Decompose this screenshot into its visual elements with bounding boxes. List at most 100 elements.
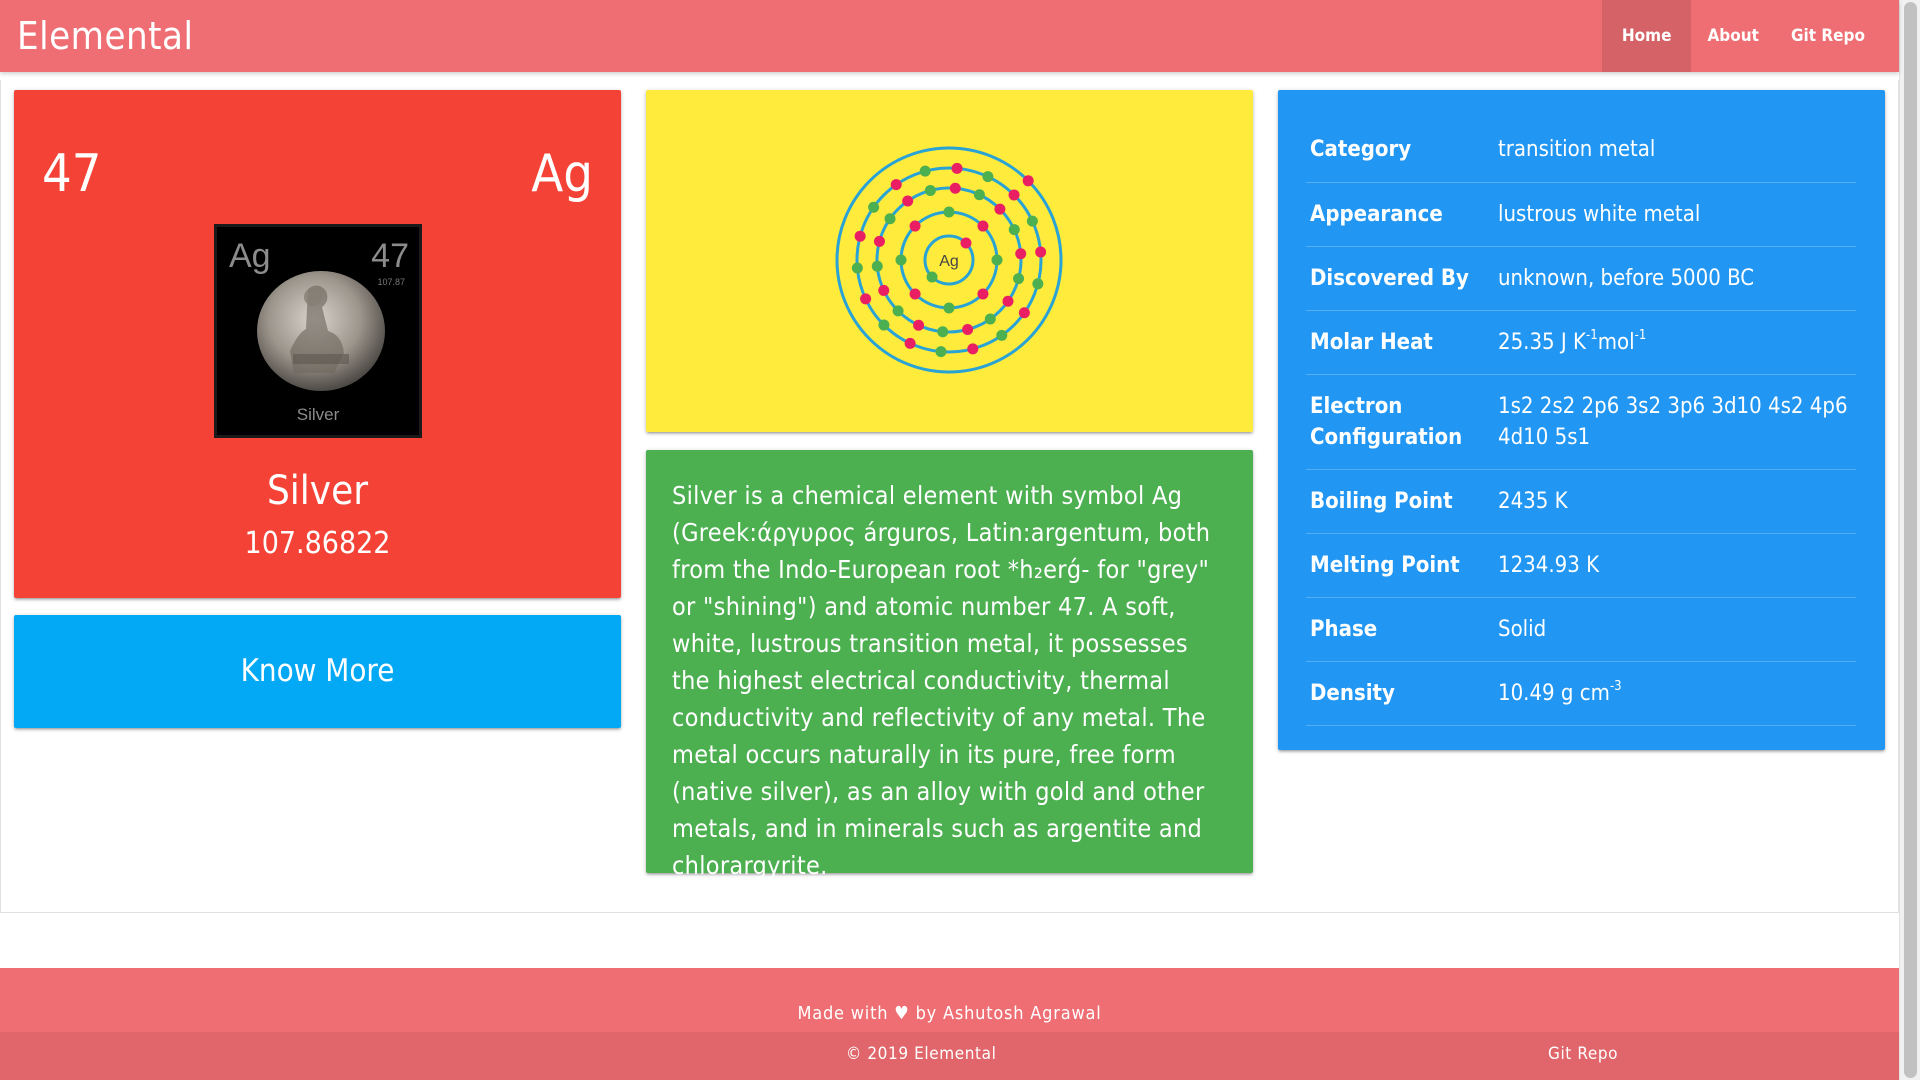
electron [951, 162, 963, 174]
author-credit: by Ashutosh Agrawal [915, 1003, 1102, 1024]
electron [878, 284, 890, 296]
scrollbar-thumb[interactable] [1904, 2, 1917, 1078]
electron [913, 319, 925, 331]
footer-credits: Made with ♥ by Ashutosh Agrawal [0, 968, 1899, 1032]
property-value: 1s2 2s2 2p6 3s2 3p6 3d10 4s2 4p6 4d10 5s… [1498, 393, 1848, 450]
property-row-phase: Phase Solid [1306, 597, 1856, 661]
electron [851, 262, 863, 274]
atomic-number: 47 [42, 144, 102, 204]
bohr-model-diagram: Ag [835, 146, 1063, 374]
electron [967, 343, 979, 355]
footer-git-repo-link[interactable]: Git Repo [1548, 1044, 1618, 1064]
bohr-model-card: Ag [646, 90, 1253, 432]
property-row-melting-point: Melting Point 1234.93 K [1306, 533, 1856, 597]
brand-logo[interactable]: Elemental [17, 0, 194, 72]
electron [949, 182, 961, 194]
silver-coin-icon [257, 271, 385, 391]
electron [884, 213, 896, 225]
property-value: unknown, before 5000 BC [1498, 265, 1755, 291]
nav-home-link[interactable]: Home [1601, 0, 1692, 72]
nav-links: Home About Git Repo [1601, 0, 1899, 72]
electron [919, 165, 931, 177]
property-label: Phase [1310, 616, 1378, 642]
electron [904, 337, 916, 349]
property-value: 2435 K [1498, 488, 1568, 514]
electron [860, 293, 872, 305]
electron [977, 220, 989, 232]
nav-about-link[interactable]: About [1691, 0, 1775, 72]
density-value: 10.49 g cm [1498, 680, 1610, 706]
electron [924, 184, 936, 196]
electron [854, 230, 866, 242]
copyright-text: © 2019 Elemental [846, 1044, 997, 1064]
page-scrollbar[interactable] [1899, 0, 1920, 1080]
electron [943, 302, 955, 314]
element-name: Silver [266, 468, 369, 514]
electron [1035, 246, 1047, 258]
property-row-discovered-by: Discovered By unknown, before 5000 BC [1306, 246, 1856, 310]
electron [1026, 215, 1038, 227]
electron [1008, 224, 1020, 236]
electron [973, 189, 985, 201]
molar-heat-unit: mol [1597, 329, 1635, 355]
electron [996, 329, 1008, 341]
electron [1002, 295, 1014, 307]
electron [1032, 278, 1044, 290]
property-row-appearance: Appearance lustrous white metal [1306, 182, 1856, 246]
electron [935, 346, 947, 358]
electron [871, 260, 883, 272]
property-label: Electron Configuration [1310, 393, 1463, 450]
electron [994, 203, 1006, 215]
electron [873, 235, 885, 247]
electron [909, 288, 921, 300]
electron [926, 271, 938, 283]
property-label: Melting Point [1310, 552, 1460, 578]
property-label: Boiling Point [1310, 488, 1453, 514]
electron [1015, 248, 1027, 260]
image-name: Silver [296, 405, 340, 424]
property-row-boiling-point: Boiling Point 2435 K [1306, 469, 1856, 533]
electron [962, 324, 974, 336]
property-row-electron-configuration: Electron Configuration 1s2 2s2 2p6 3s2 3… [1306, 374, 1856, 469]
property-label: Discovered By [1310, 265, 1469, 291]
atomic-mass: 107.86822 [244, 526, 391, 561]
property-row-density: Density 10.49 g cm-3 [1306, 661, 1856, 725]
know-more-button[interactable]: Know More [14, 615, 621, 728]
property-label: Appearance [1310, 201, 1443, 227]
electron [890, 179, 902, 191]
property-row-molar-heat: Molar Heat 25.35 J K-1mol-1 [1306, 310, 1856, 374]
molar-heat-exp-1: -1 [1586, 327, 1598, 343]
molar-heat-value: 25.35 J K [1498, 329, 1587, 355]
property-label: Molar Heat [1310, 329, 1433, 355]
element-image: Ag 47 107.87 Silver [214, 224, 422, 438]
property-value: 1234.93 K [1498, 552, 1600, 578]
property-value: transition metal [1498, 137, 1656, 163]
nav-git-repo-link[interactable]: Git Repo [1775, 0, 1899, 72]
navbar: Elemental Home About Git Repo [0, 0, 1899, 72]
electron [868, 201, 880, 213]
density-exp: -3 [1609, 678, 1622, 694]
element-symbol: Ag [531, 144, 593, 204]
electron [960, 237, 972, 249]
electron [892, 305, 904, 317]
electron [982, 171, 994, 183]
electron [1013, 273, 1025, 285]
electron [1022, 175, 1034, 187]
electron [902, 195, 914, 207]
property-row-category: Category transition metal [1306, 118, 1856, 182]
property-value: Solid [1498, 616, 1547, 642]
electron [991, 254, 1003, 266]
nucleus-symbol: Ag [939, 253, 959, 270]
property-value: lustrous white metal [1498, 201, 1701, 227]
element-description: Silver is a chemical element with symbol… [646, 450, 1253, 880]
electron [1008, 189, 1020, 201]
made-with-label: Made with [797, 1003, 889, 1024]
molar-heat-exp-2: -1 [1634, 327, 1647, 343]
properties-table: Category transition metal Appearance lus… [1306, 118, 1856, 726]
property-label: Density [1310, 680, 1395, 706]
electron [937, 326, 949, 338]
electron [1018, 307, 1030, 319]
electron [984, 313, 996, 325]
property-value: 25.35 J K-1mol-1 [1494, 310, 1856, 374]
element-card: 47 Ag Ag 47 107.87 Silver Silver 107.868… [14, 90, 621, 598]
